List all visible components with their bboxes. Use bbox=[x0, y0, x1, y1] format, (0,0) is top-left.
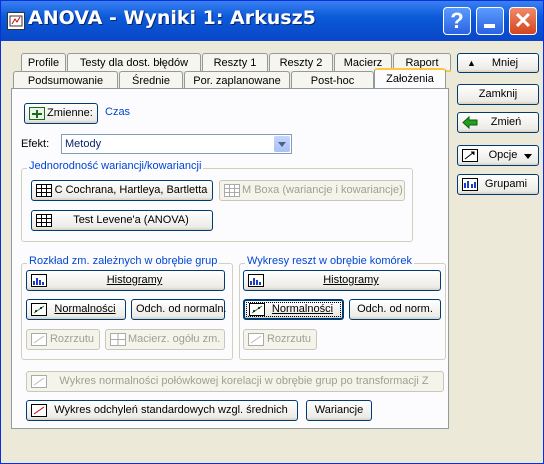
variables-value: Czas bbox=[105, 106, 131, 118]
halfnormal-plot-button[interactable]: Wykres normalności połówkowej korelacji … bbox=[26, 371, 444, 392]
change-button-label: Zmień bbox=[490, 116, 522, 128]
groups-button-label: Grupami bbox=[484, 178, 528, 190]
residual-histograms-label: Histogramy bbox=[323, 274, 379, 286]
within-normality-dev-button[interactable]: Odch. od normaln. bbox=[131, 299, 227, 320]
residual-histograms-button[interactable]: Histogramy bbox=[243, 270, 441, 291]
tab-post-hoc[interactable]: Post-hoc bbox=[291, 71, 374, 89]
cochran-button-label: C Cochrana, Hartleya, Bartletta bbox=[54, 184, 208, 196]
within-matrix-label: Macierz. ogółu zm. bbox=[128, 333, 221, 345]
arrow-left-icon bbox=[462, 115, 478, 130]
groups-icon bbox=[462, 178, 478, 191]
residual-normality-button[interactable]: Normalności bbox=[243, 299, 344, 320]
histogram-icon bbox=[248, 274, 264, 287]
scatter-icon bbox=[31, 333, 47, 346]
tab-summary[interactable]: Podsumowanie bbox=[13, 71, 118, 89]
tab-planned-comparisons[interactable]: Por. zaplanowane bbox=[184, 71, 290, 89]
tab-means[interactable]: Średnie bbox=[119, 71, 183, 89]
within-groups-title: Rozkład zm. zależnych w obrębie grup bbox=[27, 255, 220, 267]
residual-scatter-button[interactable]: Rozrzutu bbox=[243, 329, 317, 350]
tab-assumptions[interactable]: Założenia bbox=[374, 68, 446, 88]
title-bar[interactable]: ANOVA - Wyniki 1: Arkusz5 ? ✕ bbox=[1, 1, 543, 41]
tab-residuals-1[interactable]: Reszty 1 bbox=[202, 53, 268, 71]
homogeneity-title: Jednorodność wariancji/kowariancji bbox=[27, 160, 204, 172]
arrow-up-icon: ▲ bbox=[467, 58, 476, 68]
groups-button[interactable]: Grupami bbox=[457, 174, 539, 195]
within-normality-button[interactable]: Normalności bbox=[26, 299, 126, 320]
within-matrix-button[interactable]: Macierz. ogółu zm. bbox=[105, 329, 225, 350]
box-m-button-label: M Boxa (wariancje i kowariancje) bbox=[242, 184, 403, 196]
app-icon[interactable] bbox=[7, 12, 25, 30]
effect-select[interactable]: Metody bbox=[61, 134, 292, 154]
levene-button-label: Test Levene'a (ANOVA) bbox=[73, 214, 189, 226]
less-button-label: Mniej bbox=[491, 57, 519, 69]
std-dev-plot-button[interactable]: Wykres odchyleń standardowych wzgl. śred… bbox=[26, 400, 298, 421]
chevron-down-icon[interactable] bbox=[274, 136, 290, 152]
variances-button[interactable]: Wariancje bbox=[306, 400, 372, 421]
std-dev-plot-label: Wykres odchyleń standardowych wzgl. śred… bbox=[54, 404, 288, 416]
residual-normality-label: Normalności bbox=[271, 303, 334, 315]
options-button[interactable]: Opcje bbox=[457, 145, 539, 166]
effect-label: Efekt: bbox=[21, 138, 50, 150]
tab-residuals-2[interactable]: Reszty 2 bbox=[269, 53, 333, 71]
residual-plots-title: Wykresy reszt w obrębie komórek bbox=[245, 255, 414, 267]
histogram-icon bbox=[31, 274, 47, 287]
help-button[interactable]: ? bbox=[443, 7, 471, 35]
close-window-button[interactable]: ✕ bbox=[509, 7, 537, 35]
effect-value: Metody bbox=[65, 138, 102, 150]
less-button[interactable]: ▲ Mniej bbox=[457, 53, 539, 73]
normal-plot-icon bbox=[249, 303, 265, 316]
tab-profile[interactable]: Profile bbox=[21, 53, 66, 71]
within-histograms-label: Histogramy bbox=[106, 274, 163, 286]
within-scatter-button[interactable]: Rozrzutu bbox=[26, 329, 100, 350]
within-scatter-label: Rozrzutu bbox=[49, 333, 95, 345]
tab-error-tests[interactable]: Testy dla dost. błędów bbox=[67, 53, 201, 71]
cochran-button[interactable]: C Cochrana, Hartleya, Bartletta bbox=[31, 180, 213, 201]
halfnormal-icon bbox=[31, 375, 47, 388]
options-button-label: Opcje bbox=[488, 149, 518, 161]
within-normality-label: Normalności bbox=[54, 303, 116, 315]
levene-button[interactable]: Test Levene'a (ANOVA) bbox=[31, 210, 213, 231]
matrix-plot-icon bbox=[110, 333, 126, 346]
within-histograms-button[interactable]: Histogramy bbox=[26, 270, 225, 291]
line-plot-icon bbox=[31, 404, 47, 417]
residual-normality-dev-button[interactable]: Odch. od norm. bbox=[349, 299, 441, 320]
halfnormal-plot-label: Wykres normalności połówkowej korelacji … bbox=[59, 375, 429, 387]
box-m-button[interactable]: M Boxa (wariancje i kowariancje) bbox=[219, 180, 405, 201]
chevron-down-icon bbox=[524, 154, 532, 159]
minimize-button[interactable] bbox=[476, 7, 504, 35]
scatter-icon bbox=[248, 333, 264, 346]
change-button[interactable]: Zmień bbox=[457, 112, 539, 133]
table-icon bbox=[224, 184, 240, 197]
normal-plot-icon bbox=[31, 303, 47, 316]
variables-icon bbox=[29, 107, 45, 120]
variables-button[interactable]: Zmienne: bbox=[24, 103, 98, 124]
anova-results-window: ANOVA - Wyniki 1: Arkusz5 ? ✕ Profile Te… bbox=[0, 0, 544, 464]
window-title: ANOVA - Wyniki 1: Arkusz5 bbox=[28, 7, 316, 29]
table-icon bbox=[36, 214, 52, 227]
options-icon bbox=[462, 149, 478, 162]
table-icon bbox=[36, 184, 52, 197]
variables-button-label: Zmienne: bbox=[47, 107, 93, 119]
residual-scatter-label: Rozrzutu bbox=[266, 333, 312, 345]
assumptions-panel: Zmienne: Czas Efekt: Metody Jednorodność… bbox=[11, 88, 449, 429]
close-button[interactable]: Zamknij bbox=[457, 84, 539, 105]
